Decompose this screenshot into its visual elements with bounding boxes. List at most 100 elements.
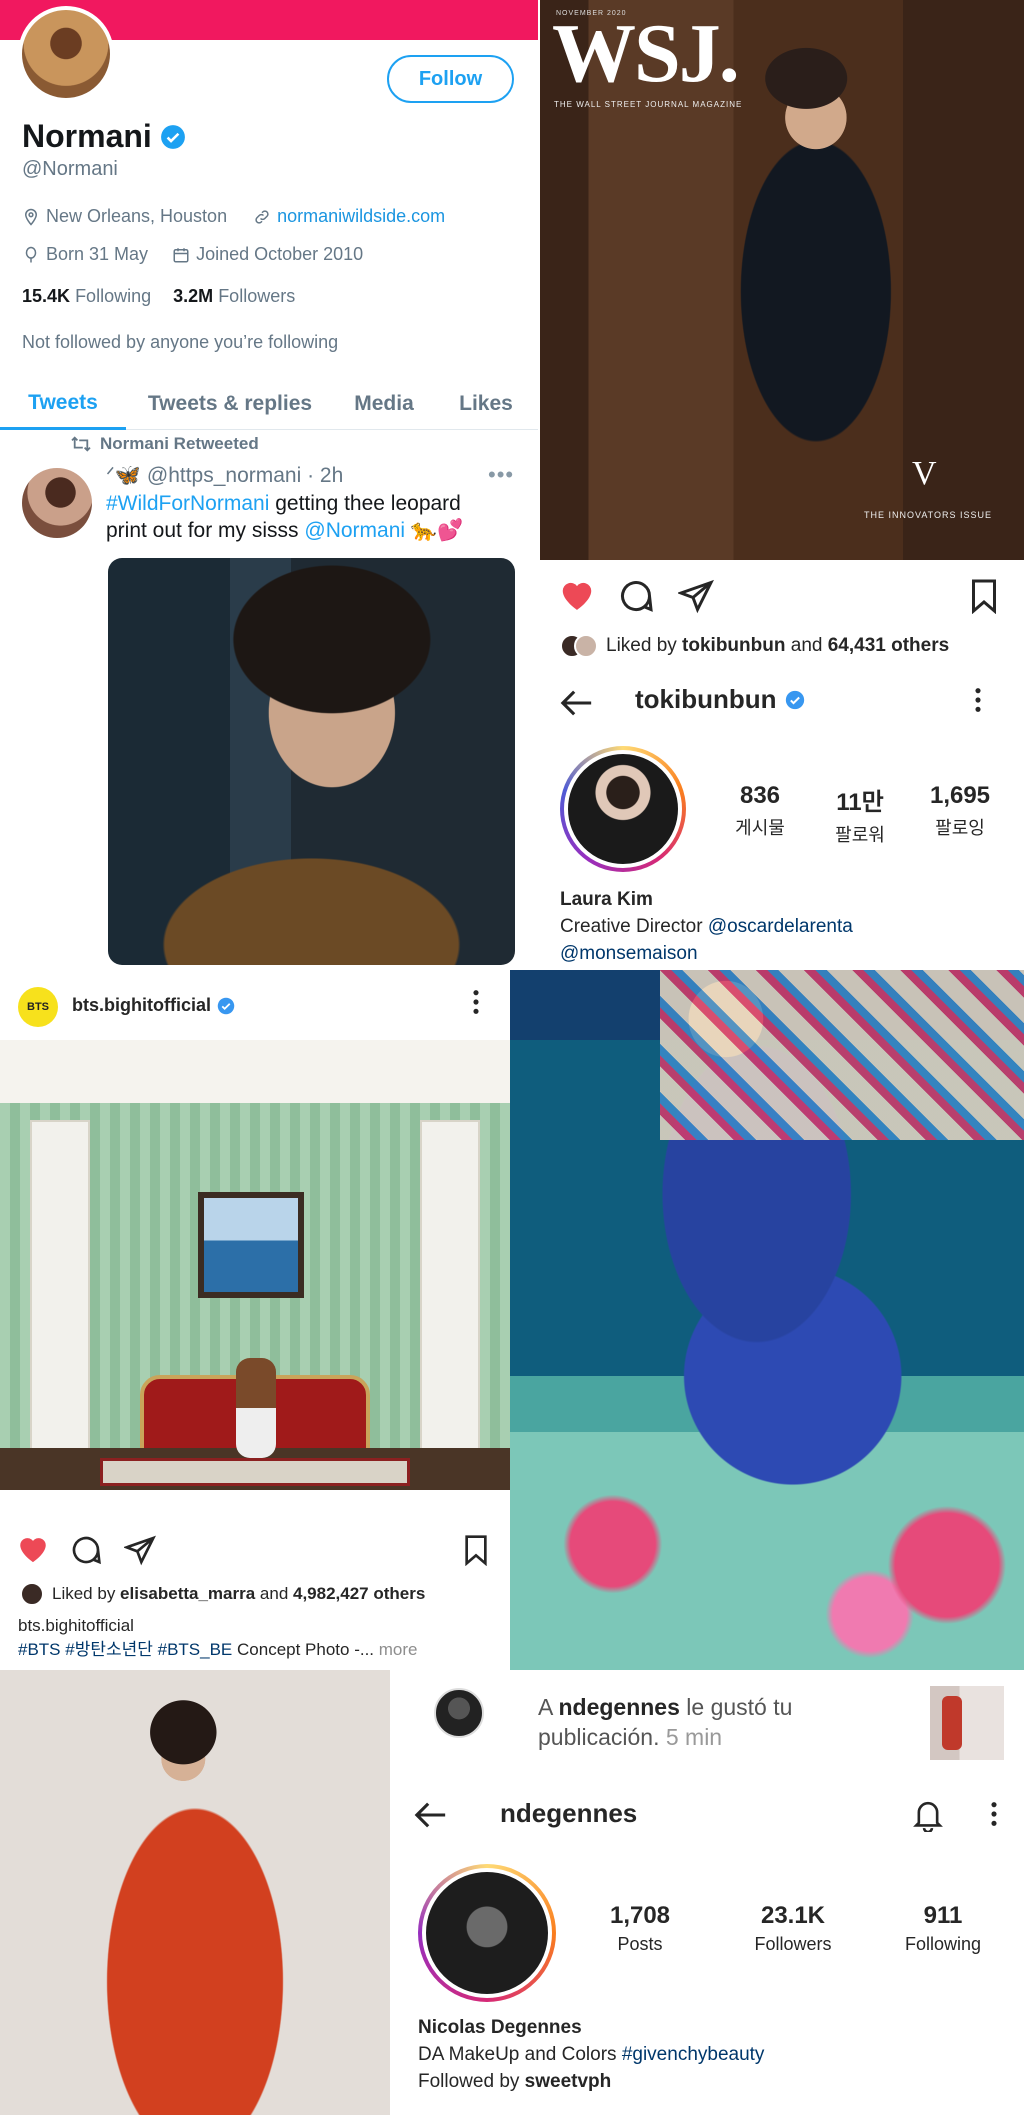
retweet-indicator: Normani Retweeted [70, 434, 259, 454]
tab-media[interactable]: Media [334, 378, 434, 430]
liked-by-row[interactable]: Liked by tokibunbun and 64,431 others [560, 634, 949, 658]
caption-more-link[interactable]: more [374, 1640, 418, 1659]
notification-post-thumbnail[interactable] [930, 1686, 1004, 1760]
website-link[interactable]: normaniwildside.com [277, 206, 445, 227]
posts-stat[interactable]: 1,708 Posts [580, 1902, 700, 1955]
posts-stat[interactable]: 836 게시물 [710, 782, 810, 840]
retweet-icon [70, 435, 92, 453]
more-options-icon[interactable] [988, 1800, 1000, 1828]
post-caption: bts.bighitofficial #BTS #방탄소년단 #BTS_BE C… [18, 1614, 418, 1662]
profile-avatar[interactable] [418, 1864, 556, 2002]
like-heart-icon[interactable] [558, 576, 596, 612]
bio-text: DA MakeUp and Colors [418, 2044, 622, 2065]
following-stat[interactable]: 911 Following [878, 1902, 1008, 1955]
save-bookmark-icon[interactable] [462, 1534, 490, 1566]
birthday-balloon-icon [22, 246, 40, 264]
profile-fullname: Nicolas Degennes [418, 2017, 582, 2038]
notification-avatar[interactable] [434, 1688, 484, 1738]
notification-bell-icon[interactable] [912, 1798, 944, 1832]
share-icon[interactable] [678, 578, 714, 614]
location-row: New Orleans, Houston normaniwildside.com [22, 206, 445, 227]
profile-username: ndegennes [500, 1798, 638, 1828]
liked-by-text: Liked by tokibunbun and 64,431 others [606, 635, 949, 657]
liked-by-row[interactable]: Liked by elisabetta_marra and 4,982,427 … [20, 1582, 425, 1606]
bio-hashtag[interactable]: #givenchybeauty [622, 2044, 765, 2065]
like-notification[interactable]: A ndegennes le gustó tu publicación. 5 m… [538, 1692, 792, 1752]
profile-avatar[interactable] [18, 6, 114, 102]
bio-mention-monsemaison[interactable]: @monsemaison [560, 943, 698, 964]
followed-by-user: sweetvph [524, 2071, 612, 2092]
caption-user[interactable]: bts.bighitofficial [18, 1614, 418, 1638]
posts-count: 1,708 [609, 1902, 671, 1929]
comment-icon[interactable] [618, 578, 654, 614]
back-arrow-icon[interactable] [560, 688, 594, 718]
share-icon[interactable] [124, 1534, 156, 1566]
bio-line-1: Creative Director @oscardelarenta [560, 913, 853, 940]
followers-label: 팔로워 [835, 825, 885, 845]
following-count: 1,695 [929, 782, 991, 809]
save-bookmark-icon[interactable] [968, 578, 1000, 614]
followed-by-line[interactable]: Followed by sweetvph [418, 2068, 764, 2095]
tweet-author[interactable]: ᐟ🦋 @https_normani · 2h [106, 463, 343, 488]
like-heart-icon[interactable] [16, 1532, 50, 1564]
followers-link[interactable]: 3.2M Followers [173, 286, 295, 306]
caption-hashtags[interactable]: #BTS #방탄소년단 #BTS_BE [18, 1640, 232, 1659]
profile-bio: Nicolas Degennes DA MakeUp and Colors #g… [418, 2014, 764, 2095]
back-arrow-icon[interactable] [414, 1800, 448, 1830]
profile-handle: @Normani [22, 158, 118, 180]
bio-mention-oscardelarenta[interactable]: @oscardelarenta [708, 916, 853, 937]
followers-stat[interactable]: 23.1K Followers [728, 1902, 858, 1955]
tweet-hashtag[interactable]: #WildForNormani [106, 492, 269, 515]
retweet-label: Normani Retweeted [100, 434, 259, 453]
liked-by-user[interactable]: elisabetta_marra [120, 1584, 255, 1603]
woman-on-sofa-photo[interactable] [510, 970, 1024, 1670]
liked-by-others[interactable]: 64,431 others [828, 635, 949, 656]
post-author[interactable]: bts.bighitofficial [72, 995, 235, 1016]
verified-badge-icon [160, 124, 186, 150]
location-text: New Orleans, Houston [46, 206, 228, 226]
liked-by-text: Liked by elisabetta_marra and 4,982,427 … [52, 1584, 425, 1604]
following-stat[interactable]: 1,695 팔로잉 [910, 782, 1010, 840]
more-options-icon[interactable] [972, 686, 984, 714]
profile-bio: Laura Kim Creative Director @oscardelare… [560, 886, 853, 967]
notif-prefix: A [538, 1694, 559, 1720]
not-followed-note: Not followed by anyone you’re following [22, 332, 339, 352]
photo-person [236, 1358, 276, 1458]
comment-icon[interactable] [70, 1534, 102, 1566]
post-action-bar [540, 562, 1024, 632]
follow-button[interactable]: Follow [387, 55, 514, 103]
tweet-emoji: 🐆💕 [405, 519, 464, 542]
following-count: 15.4K [22, 286, 71, 306]
liked-by-others[interactable]: 4,982,427 others [293, 1584, 425, 1603]
cover-v-mark: V [912, 455, 937, 492]
twitter-profile-panel: Follow Normani @Normani New Orleans, Hou… [0, 0, 538, 970]
profile-tabs: Tweets Tweets & replies Media Likes [0, 378, 538, 430]
notification-line-1: A ndegennes le gustó tu [538, 1692, 792, 1722]
instagram-post-bts: BTS bts.bighitofficial Liked by elisabet… [0, 970, 510, 1670]
link-icon [253, 208, 271, 226]
tab-likes[interactable]: Likes [434, 378, 538, 430]
wsj-logo: WSJ. [552, 7, 740, 100]
post-author-avatar[interactable]: BTS [18, 987, 58, 1027]
followers-stat[interactable]: 11만 팔로워 [810, 782, 910, 847]
red-suit-photo[interactable] [0, 1670, 390, 2115]
photo-door-right [420, 1120, 480, 1460]
tweet-author-avatar[interactable] [22, 468, 92, 538]
profile-avatar[interactable] [560, 746, 686, 872]
tweet-mention[interactable]: @Normani [304, 519, 405, 542]
more-options-icon[interactable] [470, 988, 482, 1016]
caption-line: #BTS #방탄소년단 #BTS_BE Concept Photo -... m… [18, 1638, 418, 1662]
liked-by-mid: and [255, 1584, 293, 1603]
posts-label: 게시물 [735, 818, 785, 838]
notif-time: 5 min [659, 1724, 723, 1750]
liked-by-user[interactable]: tokibunbun [682, 635, 785, 656]
notif-text-2: publicación. [538, 1724, 660, 1750]
tweet-more-icon[interactable]: ••• [488, 462, 514, 488]
tab-tweets[interactable]: Tweets [0, 378, 126, 430]
following-link[interactable]: 15.4K Following [22, 286, 151, 306]
following-label: Following [75, 286, 152, 306]
tab-tweets-replies[interactable]: Tweets & replies [126, 378, 334, 430]
followers-count: 23.1K [760, 1902, 826, 1929]
tweet-photo[interactable] [108, 558, 515, 965]
wsj-magazine-cover[interactable]: NOVEMBER 2020 WSJ. THE WALL STREET JOURN… [540, 0, 1024, 560]
